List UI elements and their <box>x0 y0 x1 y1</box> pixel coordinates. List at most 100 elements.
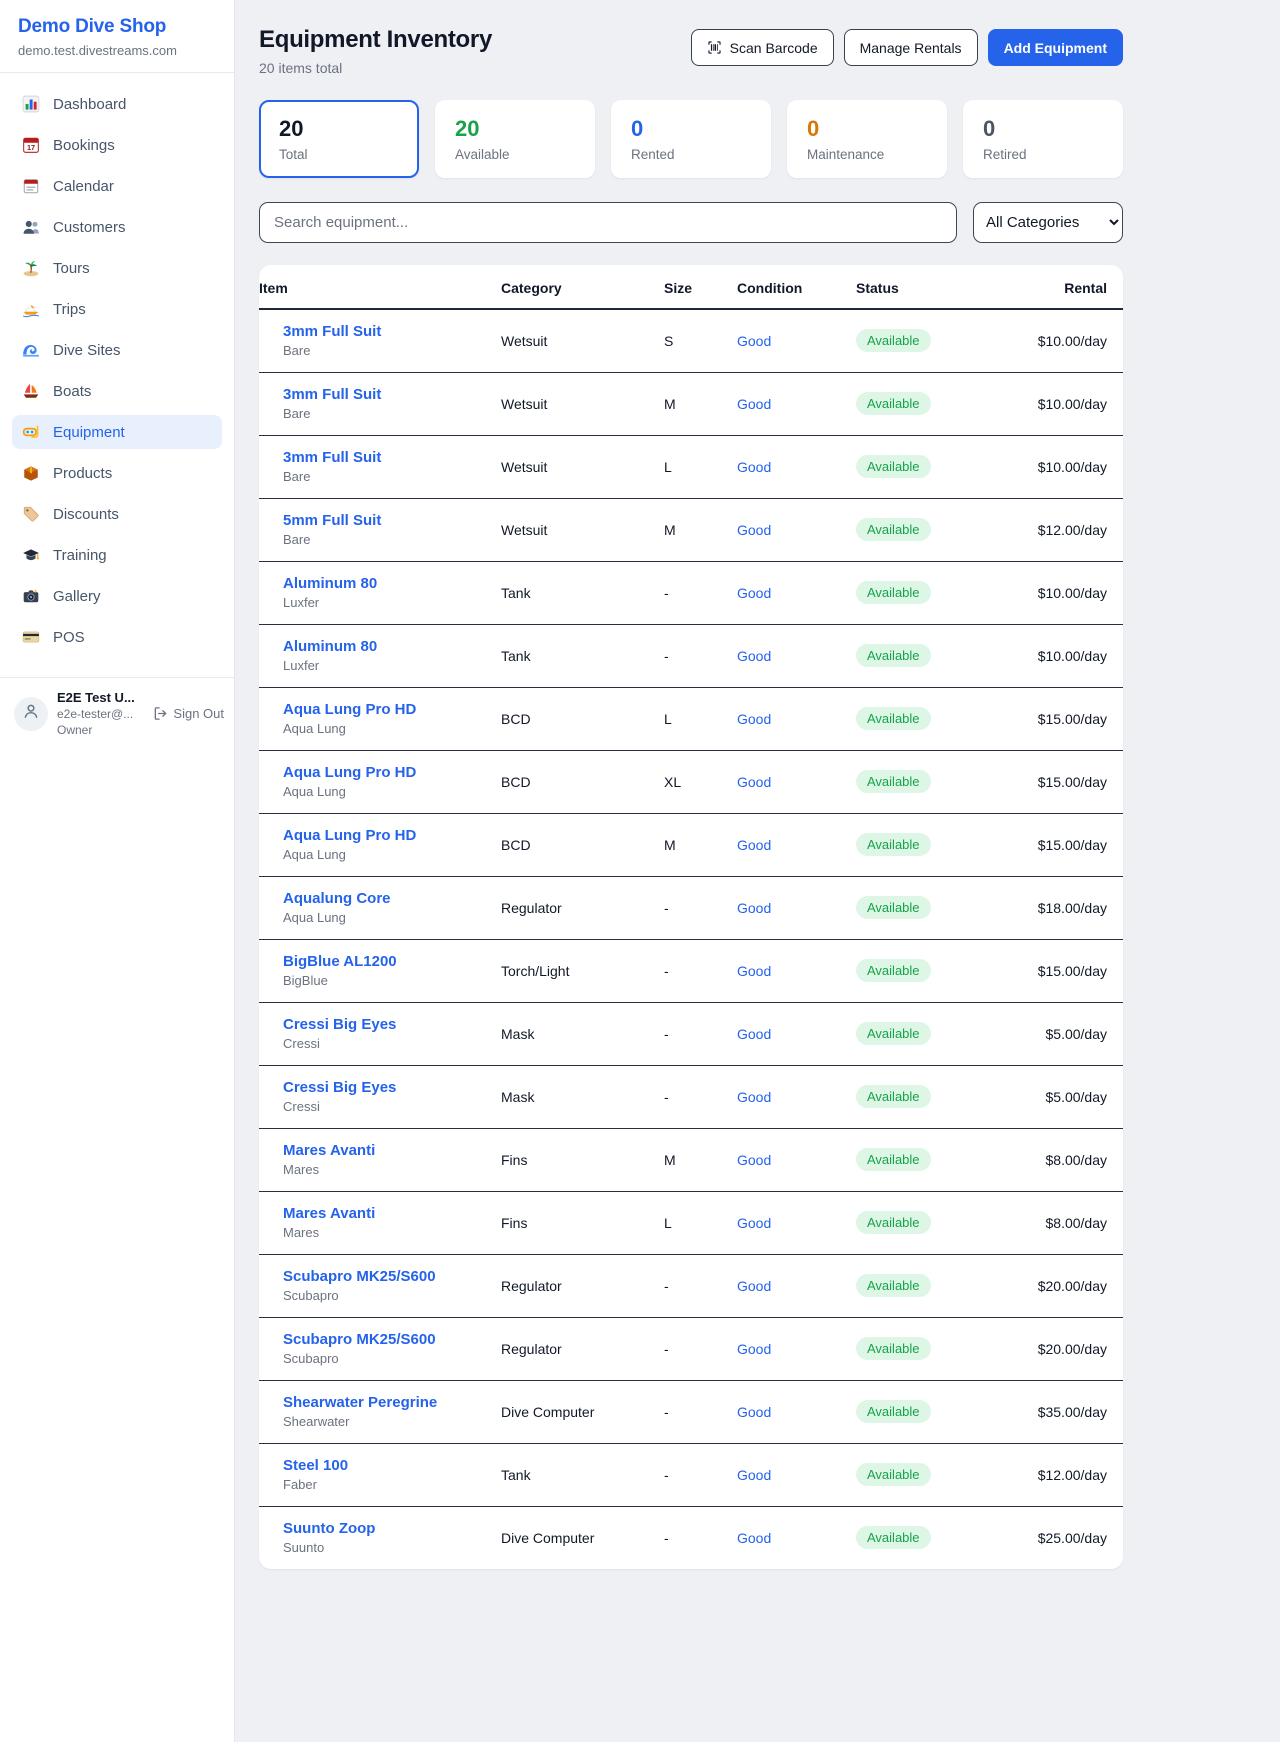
condition-link[interactable]: Good <box>737 837 771 853</box>
sidebar-item[interactable]: Trips <box>12 292 222 326</box>
item-brand: Aqua Lung <box>283 847 501 862</box>
item-name-link[interactable]: Cressi Big Eyes <box>283 1016 396 1033</box>
app-root: Demo Dive Shop demo.test.divestreams.com… <box>0 0 1280 1742</box>
tag-icon <box>22 505 40 523</box>
item-rental: $12.00/day <box>1003 499 1123 562</box>
status-badge: Available <box>856 518 931 541</box>
item-name-link[interactable]: BigBlue AL1200 <box>283 953 397 970</box>
condition-link[interactable]: Good <box>737 459 771 475</box>
stat-card[interactable]: 0 Retired <box>963 100 1123 178</box>
item-cell: Aqua Lung Pro HD Aqua Lung <box>259 814 501 877</box>
sidebar-item[interactable]: Discounts <box>12 497 222 531</box>
item-name-link[interactable]: Scubapro MK25/S600 <box>283 1268 436 1285</box>
stat-card[interactable]: 0 Maintenance <box>787 100 947 178</box>
item-name-link[interactable]: Shearwater Peregrine <box>283 1394 437 1411</box>
item-name-link[interactable]: Mares Avanti <box>283 1142 375 1159</box>
item-cell: Scubapro MK25/S600 Scubapro <box>259 1255 501 1318</box>
condition-link[interactable]: Good <box>737 1278 771 1294</box>
item-name-link[interactable]: Suunto Zoop <box>283 1520 375 1537</box>
sidebar-item[interactable]: Gallery <box>12 579 222 613</box>
item-brand: Cressi <box>283 1036 501 1051</box>
condition-link[interactable]: Good <box>737 1530 771 1546</box>
item-category: Wetsuit <box>501 499 664 562</box>
condition-link[interactable]: Good <box>737 774 771 790</box>
condition-link[interactable]: Good <box>737 963 771 979</box>
manage-rentals-button[interactable]: Manage Rentals <box>844 29 978 66</box>
sidebar-item[interactable]: Tours <box>12 251 222 285</box>
item-rental: $8.00/day <box>1003 1192 1123 1255</box>
column-header: Size <box>664 265 737 309</box>
page-header-titles: Equipment Inventory 20 items total <box>259 26 492 76</box>
condition-link[interactable]: Good <box>737 900 771 916</box>
sidebar-item-label: Training <box>53 547 107 564</box>
sidebar-item[interactable]: Products <box>12 456 222 490</box>
sidebar-item[interactable]: Dashboard <box>12 87 222 121</box>
condition-link[interactable]: Good <box>737 648 771 664</box>
barcode-scan-icon <box>707 40 722 55</box>
sidebar-item[interactable]: Customers <box>12 210 222 244</box>
status-badge: Available <box>856 896 931 919</box>
condition-cell: Good <box>737 751 856 814</box>
sidebar-item[interactable]: POS <box>12 620 222 654</box>
sign-out-button[interactable]: Sign Out <box>153 706 224 721</box>
condition-link[interactable]: Good <box>737 1215 771 1231</box>
user-email: e2e-tester@... <box>57 707 144 721</box>
search-input[interactable] <box>259 202 957 243</box>
header-actions: Scan Barcode Manage Rentals Add Equipmen… <box>691 29 1123 66</box>
condition-link[interactable]: Good <box>737 1152 771 1168</box>
stat-card[interactable]: 0 Rented <box>611 100 771 178</box>
stat-value: 0 <box>983 116 1103 142</box>
item-name-link[interactable]: Aluminum 80 <box>283 638 377 655</box>
condition-link[interactable]: Good <box>737 396 771 412</box>
condition-link[interactable]: Good <box>737 711 771 727</box>
condition-link[interactable]: Good <box>737 585 771 601</box>
item-name-link[interactable]: 3mm Full Suit <box>283 323 381 340</box>
condition-link[interactable]: Good <box>737 522 771 538</box>
sign-out-label: Sign Out <box>173 706 224 721</box>
sidebar-item[interactable]: Training <box>12 538 222 572</box>
condition-link[interactable]: Good <box>737 1404 771 1420</box>
item-name-link[interactable]: 5mm Full Suit <box>283 512 381 529</box>
item-name-link[interactable]: Mares Avanti <box>283 1205 375 1222</box>
status-cell: Available <box>856 436 1003 499</box>
stat-card[interactable]: 20 Available <box>435 100 595 178</box>
sidebar-item[interactable]: Boats <box>12 374 222 408</box>
item-rental: $5.00/day <box>1003 1066 1123 1129</box>
sidebar-item[interactable]: Dive Sites <box>12 333 222 367</box>
status-badge: Available <box>856 455 931 478</box>
column-header: Item <box>259 265 501 309</box>
scan-barcode-button[interactable]: Scan Barcode <box>691 29 834 66</box>
sidebar-item[interactable]: Equipment <box>12 415 222 449</box>
item-name-link[interactable]: Steel 100 <box>283 1457 348 1474</box>
sidebar-item[interactable]: 17 Bookings <box>12 128 222 162</box>
item-name-link[interactable]: Aqua Lung Pro HD <box>283 701 416 718</box>
condition-link[interactable]: Good <box>737 333 771 349</box>
condition-link[interactable]: Good <box>737 1467 771 1483</box>
category-select[interactable]: All Categories <box>973 202 1123 243</box>
sidebar: Demo Dive Shop demo.test.divestreams.com… <box>0 0 235 1742</box>
stat-label: Maintenance <box>807 147 927 162</box>
table-body: 3mm Full Suit Bare Wetsuit S Good Availa… <box>259 309 1123 1569</box>
add-equipment-label: Add Equipment <box>1004 40 1107 56</box>
item-name-link[interactable]: Scubapro MK25/S600 <box>283 1331 436 1348</box>
condition-link[interactable]: Good <box>737 1341 771 1357</box>
item-name-link[interactable]: Aluminum 80 <box>283 575 377 592</box>
item-cell: Shearwater Peregrine Shearwater <box>259 1381 501 1444</box>
item-name-link[interactable]: 3mm Full Suit <box>283 386 381 403</box>
condition-link[interactable]: Good <box>737 1089 771 1105</box>
item-cell: Aqualung Core Aqua Lung <box>259 877 501 940</box>
item-category: Regulator <box>501 1255 664 1318</box>
status-cell: Available <box>856 814 1003 877</box>
item-name-link[interactable]: Aqua Lung Pro HD <box>283 764 416 781</box>
item-category: Dive Computer <box>501 1381 664 1444</box>
item-name-link[interactable]: Aqua Lung Pro HD <box>283 827 416 844</box>
add-equipment-button[interactable]: Add Equipment <box>988 29 1123 66</box>
item-rental: $10.00/day <box>1003 562 1123 625</box>
stat-card[interactable]: 20 Total <box>259 100 419 178</box>
condition-link[interactable]: Good <box>737 1026 771 1042</box>
item-name-link[interactable]: 3mm Full Suit <box>283 449 381 466</box>
item-name-link[interactable]: Aqualung Core <box>283 890 391 907</box>
item-rental: $8.00/day <box>1003 1129 1123 1192</box>
sidebar-item[interactable]: Calendar <box>12 169 222 203</box>
item-name-link[interactable]: Cressi Big Eyes <box>283 1079 396 1096</box>
